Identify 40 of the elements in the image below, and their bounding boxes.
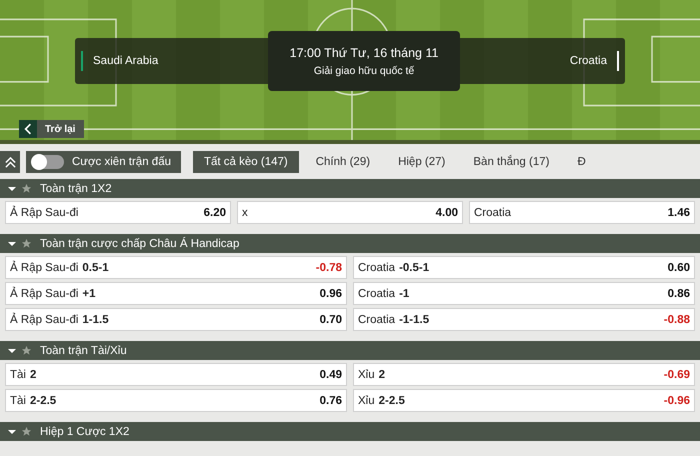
star-icon[interactable] bbox=[21, 183, 32, 194]
market-tab[interactable]: Bàn thắng (17) bbox=[462, 151, 560, 173]
odds-button[interactable]: Xỉu 2 -0.69 bbox=[353, 363, 695, 386]
odds-button[interactable]: Croatia 1.46 bbox=[469, 201, 695, 224]
market-header[interactable]: Toàn trận cược chấp Châu Á Handicap bbox=[0, 234, 700, 253]
star-icon[interactable] bbox=[21, 345, 32, 356]
odds-button[interactable]: Ả Rập Sau-đi 6.20 bbox=[5, 201, 231, 224]
odds-button[interactable]: Croatia -1-1.5 -0.88 bbox=[353, 308, 695, 331]
back-button[interactable]: Trở lại bbox=[19, 120, 84, 138]
market-tab[interactable]: Hiệp (27) bbox=[387, 151, 456, 173]
double-chevron-up-icon bbox=[4, 156, 16, 168]
away-team: Croatia bbox=[560, 51, 619, 71]
chevron-left-icon bbox=[19, 120, 37, 138]
market-tab[interactable]: Đ bbox=[566, 151, 597, 173]
odds-button[interactable]: Ả Rập Sau-đi 1-1.5 0.70 bbox=[5, 308, 347, 331]
market-title: Hiệp 1 Cược 1X2 bbox=[40, 426, 130, 438]
market-title: Toàn trận cược chấp Châu Á Handicap bbox=[40, 238, 240, 250]
odds-button[interactable]: Xỉu 2-2.5 -0.96 bbox=[353, 389, 695, 412]
odds-button[interactable]: Croatia -1 0.86 bbox=[353, 282, 695, 305]
market-title: Toàn trận Tài/Xỉu bbox=[40, 344, 127, 356]
market-header[interactable]: Hiệp 1 Cược 1X2 bbox=[0, 422, 700, 441]
market-tab[interactable]: Tất cả kèo (147) bbox=[192, 151, 299, 173]
star-icon[interactable] bbox=[21, 238, 32, 249]
toggle-switch[interactable] bbox=[32, 155, 64, 169]
parlay-toggle[interactable]: Cược xiên trận đấu bbox=[26, 151, 181, 173]
odds-button[interactable]: Ả Rập Sau-đi 0.5-1 -0.78 bbox=[5, 256, 347, 279]
odds-button[interactable]: Ả Rập Sau-đi +1 0.96 bbox=[5, 282, 347, 305]
odds-button[interactable]: Tài 2-2.5 0.76 bbox=[5, 389, 347, 412]
odds-button[interactable]: Croatia -0.5-1 0.60 bbox=[353, 256, 695, 279]
market-title: Toàn trận 1X2 bbox=[40, 182, 112, 194]
home-team: Saudi Arabia bbox=[81, 51, 168, 71]
match-time: 17:00 Thứ Tư, 16 tháng 11 bbox=[290, 46, 438, 60]
league-name: Giải giao hữu quốc tế bbox=[314, 64, 414, 76]
collapse-button[interactable] bbox=[0, 151, 20, 173]
market-header[interactable]: Toàn trận Tài/Xỉu bbox=[0, 341, 700, 360]
odds-button[interactable]: Tài 2 0.49 bbox=[5, 363, 347, 386]
star-icon[interactable] bbox=[21, 426, 32, 437]
odds-button[interactable]: x 4.00 bbox=[237, 201, 463, 224]
market-tab[interactable]: Chính (29) bbox=[304, 151, 382, 173]
market-header[interactable]: Toàn trận 1X2 bbox=[0, 179, 700, 198]
